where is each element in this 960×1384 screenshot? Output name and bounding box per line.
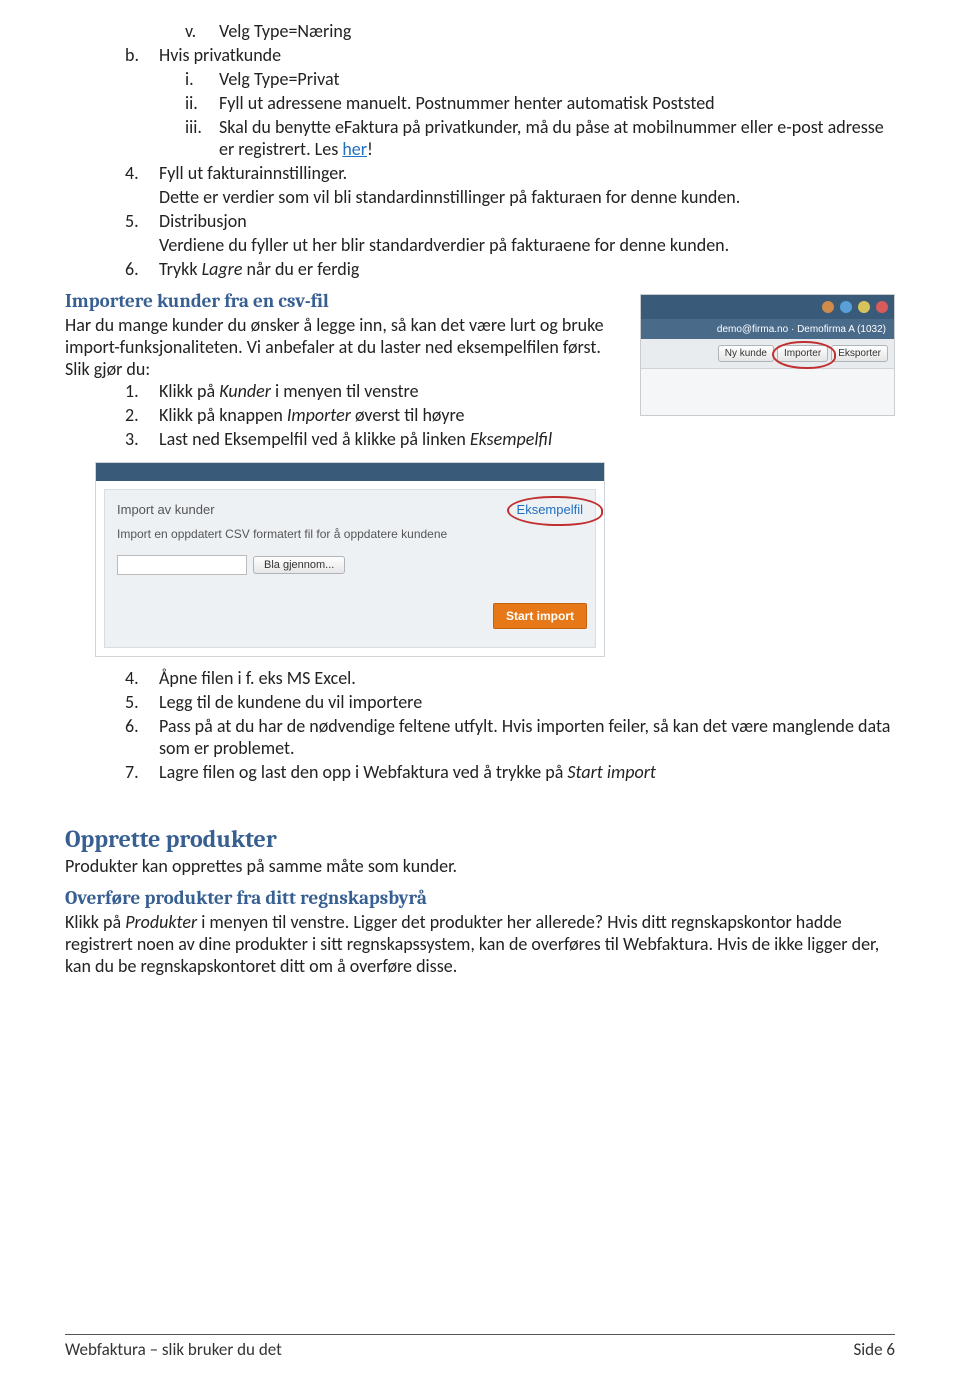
link-her[interactable]: her <box>342 138 367 160</box>
list-item: 2. Klikk på knappen Importer øverst til … <box>125 404 632 426</box>
list-item: 1. Klikk på Kunder i menyen til venstre <box>125 380 632 402</box>
list-continuation: Verdiene du fyller ut her blir standardv… <box>159 234 895 256</box>
page-body: v. Velg Type=Næring b. Hvis privatkunde … <box>65 0 895 977</box>
list-marker: ii. <box>185 92 219 114</box>
section-import-csv: demo@firma.no · Demofirma A (1032) Ny ku… <box>65 290 895 452</box>
list-item: 5. Distribusjon <box>125 210 895 232</box>
list-text: Pass på at du har de nødvendige feltene … <box>159 715 895 759</box>
list-text: Fyll ut fakturainnstillinger. <box>159 162 895 184</box>
list-text: Lagre filen og last den opp i Webfaktura… <box>159 761 895 783</box>
dialog-title: Import av kunder <box>117 502 215 517</box>
account-label: demo@firma.no · Demofirma A (1032) <box>641 319 894 339</box>
importer-button[interactable]: Importer <box>777 345 828 362</box>
list-item: 6. Trykk Lagre når du er ferdig <box>125 258 895 280</box>
list-marker: 4. <box>125 667 159 689</box>
dialog-description: Import en oppdatert CSV formatert fil fo… <box>117 527 583 541</box>
list-text: Last ned Eksempelfil ved å klikke på lin… <box>159 428 895 450</box>
file-path-input[interactable] <box>117 555 247 575</box>
power-icon <box>876 301 888 313</box>
list-item: 3. Last ned Eksempelfil ved å klikke på … <box>125 428 895 450</box>
start-import-button[interactable]: Start import <box>493 603 587 629</box>
list-text: Fyll ut adressene manuelt. Postnummer he… <box>219 92 895 114</box>
list-item: 4. Åpne filen i f. eks MS Excel. <box>125 667 895 689</box>
screenshot-toolbar: demo@firma.no · Demofirma A (1032) Ny ku… <box>640 294 895 416</box>
page-footer: Webfaktura – slik bruker du det Side 6 <box>65 1334 895 1360</box>
heading-opprette-produkter: Opprette produkter <box>65 825 895 853</box>
list-text: Velg Type=Næring <box>219 20 895 42</box>
list-item: 6. Pass på at du har de nødvendige felte… <box>125 715 895 759</box>
list-marker: 6. <box>125 715 159 759</box>
list-marker: 6. <box>125 258 159 280</box>
list-marker: 5. <box>125 691 159 713</box>
paragraph: Klikk på Produkter i menyen til venstre.… <box>65 911 895 977</box>
list-item: 4. Fyll ut fakturainnstillinger. <box>125 162 895 184</box>
list-text: Skal du benytte eFaktura på privatkunder… <box>219 116 895 160</box>
list-marker: 3. <box>125 428 159 450</box>
list-item: iii. Skal du benytte eFaktura på privatk… <box>185 116 895 160</box>
footer-title: Webfaktura – slik bruker du det <box>65 1339 282 1360</box>
list-text: Trykk Lagre når du er ferdig <box>159 258 895 280</box>
list-item: i. Velg Type=Privat <box>185 68 895 90</box>
list-text: Klikk på Kunder i menyen til venstre <box>159 380 632 402</box>
list-marker: 4. <box>125 162 159 184</box>
list-marker: 5. <box>125 210 159 232</box>
list-text: Åpne filen i f. eks MS Excel. <box>159 667 895 689</box>
list-item: v. Velg Type=Næring <box>185 20 895 42</box>
footer-page: Side 6 <box>853 1339 895 1360</box>
list-text: Distribusjon <box>159 210 895 232</box>
list-marker: 7. <box>125 761 159 783</box>
home-icon <box>822 301 834 313</box>
paragraph: Produkter kan opprettes på samme måte so… <box>65 855 895 877</box>
screenshot-import-dialog: Import av kunder Eksempelfil Import en o… <box>95 462 605 657</box>
gear-icon <box>858 301 870 313</box>
list-marker: i. <box>185 68 219 90</box>
list-marker: 1. <box>125 380 159 402</box>
browse-button[interactable]: Bla gjennom... <box>253 556 345 574</box>
list-marker: b. <box>125 44 159 66</box>
list-item: b. Hvis privatkunde <box>125 44 895 66</box>
list-text: Velg Type=Privat <box>219 68 895 90</box>
list-continuation: Dette er verdier som vil bli standardinn… <box>159 186 895 208</box>
list-item: 7. Lagre filen og last den opp i Webfakt… <box>125 761 895 783</box>
list-marker: v. <box>185 20 219 42</box>
list-text: Hvis privatkunde <box>159 44 895 66</box>
list-marker: 2. <box>125 404 159 426</box>
heading-overfore-produkter: Overføre produkter fra ditt regnskapsbyr… <box>65 887 895 909</box>
eksporter-button[interactable]: Eksporter <box>831 345 888 362</box>
list-item: 5. Legg til de kundene du vil importere <box>125 691 895 713</box>
list-item: ii. Fyll ut adressene manuelt. Postnumme… <box>185 92 895 114</box>
list-text: Legg til de kundene du vil importere <box>159 691 895 713</box>
help-icon <box>840 301 852 313</box>
list-marker: iii. <box>185 116 219 160</box>
ny-kunde-button[interactable]: Ny kunde <box>718 345 774 362</box>
list-text: Klikk på knappen Importer øverst til høy… <box>159 404 632 426</box>
eksempelfil-link[interactable]: Eksempelfil <box>517 502 583 517</box>
app-header <box>641 295 894 319</box>
